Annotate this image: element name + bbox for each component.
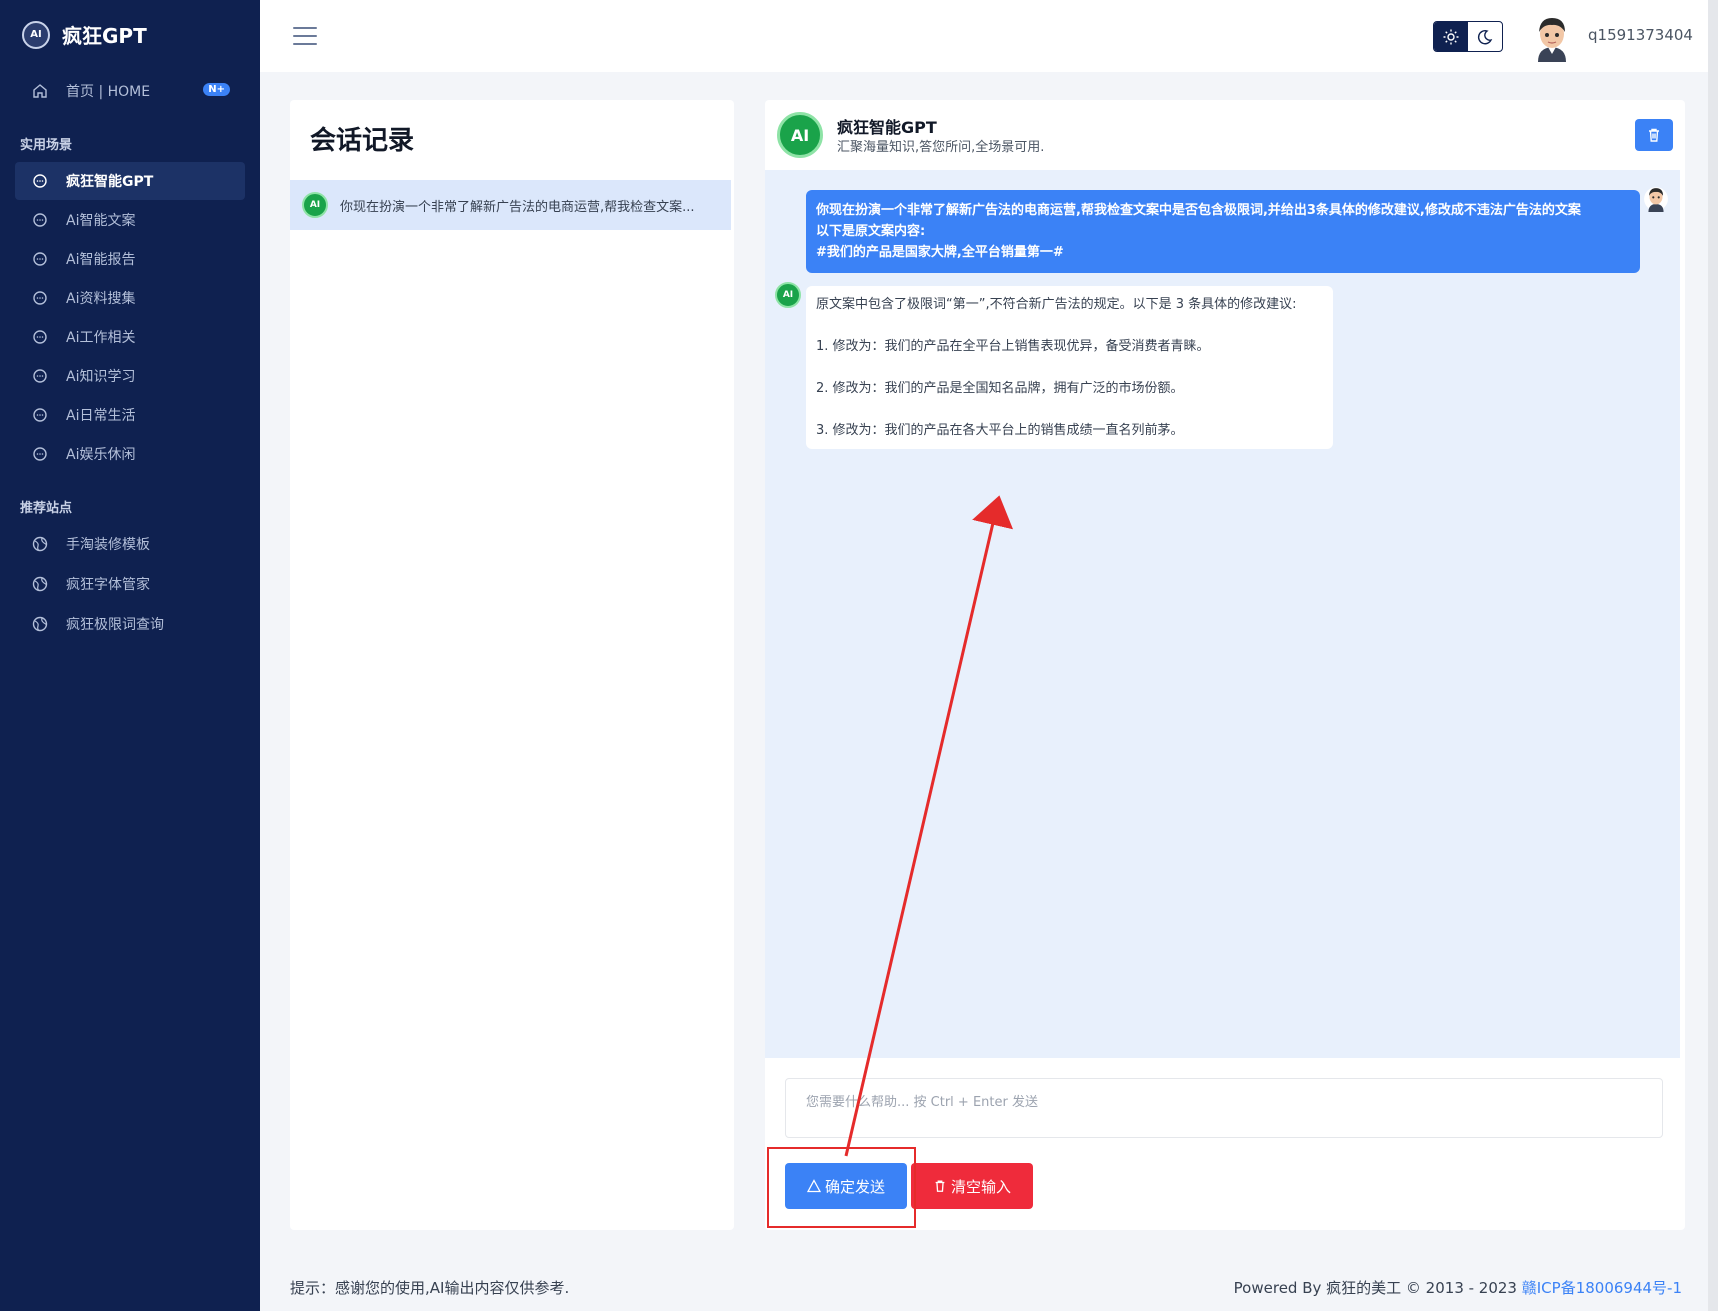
history-panel: 会话记录 AI 你现在扮演一个非常了解新广告法的电商运营,帮我检查文案... [290,100,734,1230]
sidebar-item-label: 首页 | HOME [66,84,151,100]
user-avatar[interactable] [1530,14,1574,62]
sidebar-item-home[interactable]: 首页 | HOME N+ [15,72,245,110]
sidebar-item-label: 疯狂极限词查询 [66,617,164,633]
clear-button-label: 清空输入 [950,1177,1011,1196]
chat-panel: AI 疯狂智能GPT 汇聚海量知识,答您所问,全场景可用. 你现在扮演一个非常了… [765,100,1685,1230]
chat-bubble-icon [32,212,48,228]
ai-message: 原文案中包含了极限词“第一”,不符合新广告法的规定。以下是 3 条具体的修改建议… [806,286,1333,449]
topbar: q1591373404 [260,0,1718,72]
history-item[interactable]: AI 你现在扮演一个非常了解新广告法的电商运营,帮我检查文案... [290,180,731,230]
chat-bubble-icon [32,173,48,189]
footer-note: 提示：感谢您的使用,AI输出内容仅供参考. [290,1279,570,1297]
chat-header: AI 疯狂智能GPT 汇聚海量知识,答您所问,全场景可用. [765,100,1685,170]
trash-icon [1649,128,1659,142]
chat-bubble-icon [32,368,48,384]
ai-message-line: 1. 修改为：我们的产品在全平台上销售表现优异，备受消费者青睐。 [816,339,1210,354]
dark-mode-button[interactable] [1468,22,1502,51]
sidebar-item-ai-learning[interactable]: Ai知识学习 [15,357,245,395]
sidebar-item-label: Ai日常生活 [66,408,136,424]
chat-subtitle: 汇聚海量知识,答您所问,全场景可用. [837,140,1045,155]
footer-credits: Powered By 疯狂的美工 © 2013 - 2023 赣ICP备1800… [1234,1277,1682,1298]
user-message-avatar [1643,186,1669,212]
sidebar-item-font-manager[interactable]: 疯狂字体管家 [15,565,245,603]
sidebar: AI 疯狂GPT 首页 | HOME N+ 实用场景 疯狂智能GPT Ai智能文… [0,0,260,1311]
icp-link[interactable]: 赣ICP备18006944号-1 [1522,1279,1682,1297]
sidebar-item-ai-entertainment[interactable]: Ai娱乐休闲 [15,435,245,473]
history-title: 会话记录 [310,126,415,156]
sidebar-item-ai-daily-life[interactable]: Ai日常生活 [15,396,245,434]
sidebar-item-label: 疯狂智能GPT [66,174,154,190]
globe-icon [32,536,48,552]
ai-message-line: 原文案中包含了极限词“第一”,不符合新广告法的规定。以下是 3 条具体的修改建议… [816,297,1297,312]
sidebar-item-ai-research[interactable]: Ai资料搜集 [15,279,245,317]
page-scrollbar[interactable] [1708,0,1718,1311]
trash-icon [935,1180,945,1192]
ai-logo-icon: AI [775,282,801,308]
history-item-text: 你现在扮演一个非常了解新广告法的电商运营,帮我检查文案... [340,199,695,215]
globe-icon [32,576,48,592]
sidebar-item-label: Ai娱乐休闲 [66,447,136,463]
sun-icon [1443,29,1459,44]
delete-conversation-button[interactable] [1635,119,1673,151]
ai-message-line: 2. 修改为：我们的产品是全国知名品牌，拥有广泛的市场份额。 [816,381,1184,396]
ai-message-avatar: AI [775,282,801,308]
theme-toggle [1433,21,1503,52]
user-message-line: 以下是原文案内容: [816,224,926,239]
chat-bubble-icon [32,446,48,462]
brand-name: 疯狂GPT [62,24,147,48]
menu-toggle-icon[interactable] [293,27,317,47]
moon-icon [1477,29,1493,44]
clear-input-button[interactable]: 清空输入 [911,1163,1033,1209]
username[interactable]: q1591373404 [1588,26,1693,44]
chat-messages[interactable]: 你现在扮演一个非常了解新广告法的电商运营,帮我检查文案中是否包含极限词,并给出3… [765,170,1680,1058]
sidebar-item-ai-copywriting[interactable]: Ai智能文案 [15,201,245,239]
sidebar-item-label: 手淘装修模板 [66,537,150,553]
sidebar-item-label: Ai资料搜集 [66,291,136,307]
chat-title: 疯狂智能GPT [837,118,937,137]
user-message: 你现在扮演一个非常了解新广告法的电商运营,帮我检查文案中是否包含极限词,并给出3… [806,190,1640,273]
sidebar-item-ai-work[interactable]: Ai工作相关 [15,318,245,356]
ai-message-line: 3. 修改为：我们的产品在各大平台上的销售成绩一直名列前茅。 [816,423,1184,438]
new-badge: N+ [203,83,230,96]
sidebar-item-ai-report[interactable]: Ai智能报告 [15,240,245,278]
ai-logo-icon: AI [777,112,823,158]
brand-logo-icon: AI [22,20,50,49]
brand[interactable]: AI 疯狂GPT [22,20,147,49]
message-input[interactable]: 您需要什么帮助... 按 Ctrl + Enter 发送 [785,1078,1663,1138]
chat-bubble-icon [32,290,48,306]
chat-bubble-icon [32,251,48,267]
sidebar-item-crazy-gpt[interactable]: 疯狂智能GPT [15,162,245,200]
section-label-scenes: 实用场景 [20,138,73,153]
section-label-sites: 推荐站点 [20,501,73,516]
home-icon [32,83,48,99]
sidebar-item-forbidden-words[interactable]: 疯狂极限词查询 [15,605,245,643]
chat-bubble-icon [32,329,48,345]
user-message-line: 你现在扮演一个非常了解新广告法的电商运营,帮我检查文案中是否包含极限词,并给出3… [816,203,1581,218]
chat-bubble-icon [32,407,48,423]
sidebar-item-label: Ai智能报告 [66,252,136,268]
sidebar-item-taobao-templates[interactable]: 手淘装修模板 [15,525,245,563]
annotation-highlight-box [767,1147,916,1228]
sidebar-item-label: 疯狂字体管家 [66,577,150,593]
sidebar-item-label: Ai知识学习 [66,369,136,385]
light-mode-button[interactable] [1434,22,1468,51]
globe-icon [32,616,48,632]
ai-logo-icon: AI [302,192,328,218]
sidebar-item-label: Ai智能文案 [66,213,136,229]
user-message-line: #我们的产品是国家大牌,全平台销量第一# [816,245,1064,260]
sidebar-item-label: Ai工作相关 [66,330,136,346]
powered-by-text: Powered By 疯狂的美工 © 2013 - 2023 [1233,1279,1522,1297]
